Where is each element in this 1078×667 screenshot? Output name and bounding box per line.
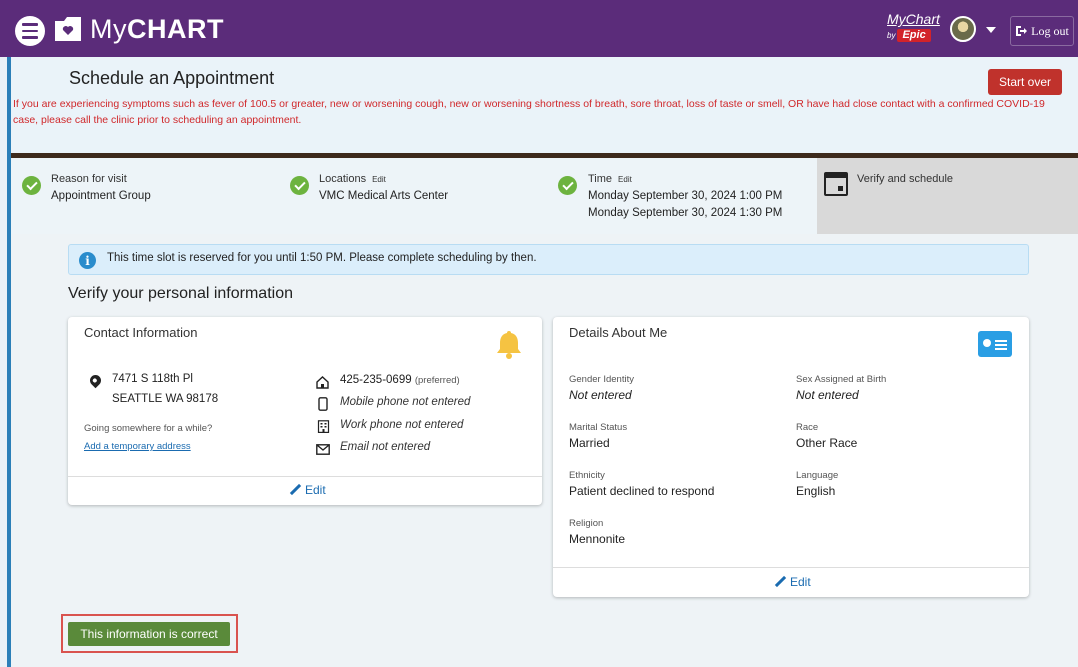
step-time-start: Monday September 30, 2024 1:00 PM: [588, 190, 783, 202]
step-time-value: Monday September 30, 2024 1:00 PM Monday…: [588, 188, 782, 221]
step-locations-value: VMC Medical Arts Center: [319, 190, 449, 202]
preferred-note: (preferred): [414, 375, 460, 386]
reservation-text: This time slot is reserved for you until…: [107, 252, 537, 264]
add-temporary-address-link[interactable]: Add a temporary address: [84, 441, 191, 452]
details-about-me-card: [553, 317, 1029, 597]
contact-edit-button[interactable]: Edit: [289, 483, 326, 497]
pencil-icon: [774, 576, 786, 588]
check-circle-icon: [22, 176, 41, 195]
check-circle-icon: [558, 176, 577, 195]
sex-assigned-label: Sex Assigned at Birth: [796, 374, 887, 385]
details-edit-label: Edit: [790, 575, 811, 589]
user-avatar[interactable]: [950, 16, 976, 42]
mychart-by-epic-brand: MyChart by Epic: [887, 12, 940, 42]
covid-notice: If you are experiencing symptoms such as…: [13, 98, 1045, 127]
going-somewhere-text: Going somewhere for a while?: [84, 423, 213, 434]
contact-card-divider: [68, 476, 542, 477]
work-phone: Work phone not entered: [340, 419, 464, 431]
pencil-icon: [289, 484, 301, 496]
app-logo-text[interactable]: MyCHART: [90, 14, 224, 45]
mychart-logo-icon: [55, 17, 81, 41]
ethnicity-value: Patient declined to respond: [569, 484, 715, 498]
step-reason-value: Appointment Group: [51, 190, 151, 202]
contact-card-title: Contact Information: [84, 325, 198, 340]
marital-status-value: Married: [569, 436, 610, 450]
envelope-icon: [316, 444, 330, 455]
verify-heading: Verify your personal information: [68, 285, 293, 302]
address-line-1: 7471 S 118th Pl: [112, 373, 193, 385]
page-title: Schedule an Appointment: [69, 68, 275, 88]
hamburger-menu-icon[interactable]: [15, 16, 45, 46]
id-card-icon: [978, 331, 1012, 357]
logout-button[interactable]: Log out: [1010, 16, 1074, 46]
mobile-phone: Mobile phone not entered: [340, 396, 471, 408]
step-locations-label: Locations Edit: [319, 173, 386, 185]
logout-label: Log out: [1031, 23, 1069, 38]
calendar-icon: [824, 172, 848, 196]
brand-mychart-text: MyChart: [887, 11, 940, 27]
office-building-icon: [317, 420, 330, 433]
information-correct-button[interactable]: This information is correct: [68, 622, 230, 646]
home-phone-icon: [316, 376, 329, 389]
marital-status-label: Marital Status: [569, 422, 628, 433]
email: Email not entered: [340, 441, 431, 453]
gender-identity-value: Not entered: [569, 388, 632, 402]
details-card-title: Details About Me: [569, 325, 668, 340]
religion-value: Mennonite: [569, 532, 626, 546]
race-value: Other Race: [796, 436, 858, 450]
step-time-end: Monday September 30, 2024 1:30 PM: [588, 206, 783, 219]
info-circle-icon: i: [79, 252, 96, 269]
step-verify-label: Verify and schedule: [857, 173, 954, 185]
start-over-button[interactable]: Start over: [988, 69, 1062, 95]
check-circle-icon: [290, 176, 309, 195]
step-current-highlight: [817, 158, 1078, 234]
address-line-2: SEATTLE WA 98178: [112, 392, 219, 405]
details-edit-button[interactable]: Edit: [774, 575, 811, 589]
religion-label: Religion: [569, 518, 604, 529]
gender-identity-label: Gender Identity: [569, 374, 634, 385]
step-locations-edit-link[interactable]: Edit: [372, 175, 386, 184]
language-label: Language: [796, 470, 839, 481]
details-card-divider: [553, 567, 1029, 568]
step-time-edit-link[interactable]: Edit: [618, 175, 632, 184]
step-time-label: Time Edit: [588, 173, 632, 185]
brand-by-text: by: [887, 31, 896, 40]
chevron-down-icon[interactable]: [986, 27, 996, 33]
race-label: Race: [796, 422, 819, 433]
step-reason-label: Reason for visit: [51, 173, 127, 185]
sex-assigned-value: Not entered: [796, 388, 859, 402]
logout-icon: [1016, 26, 1028, 36]
top-navigation-bar: MyCHART MyChart by Epic Log out: [0, 0, 1078, 57]
contact-address: 7471 S 118th Pl SEATTLE WA 98178: [112, 370, 218, 409]
home-phone: 425-235-0699 (preferred): [340, 374, 460, 386]
bell-icon: [497, 331, 521, 359]
contact-edit-label: Edit: [305, 483, 326, 497]
mobile-phone-icon: [318, 397, 328, 411]
language-value: English: [796, 484, 836, 498]
ethnicity-label: Ethnicity: [569, 470, 605, 481]
brand-epic-text: Epic: [897, 29, 931, 42]
